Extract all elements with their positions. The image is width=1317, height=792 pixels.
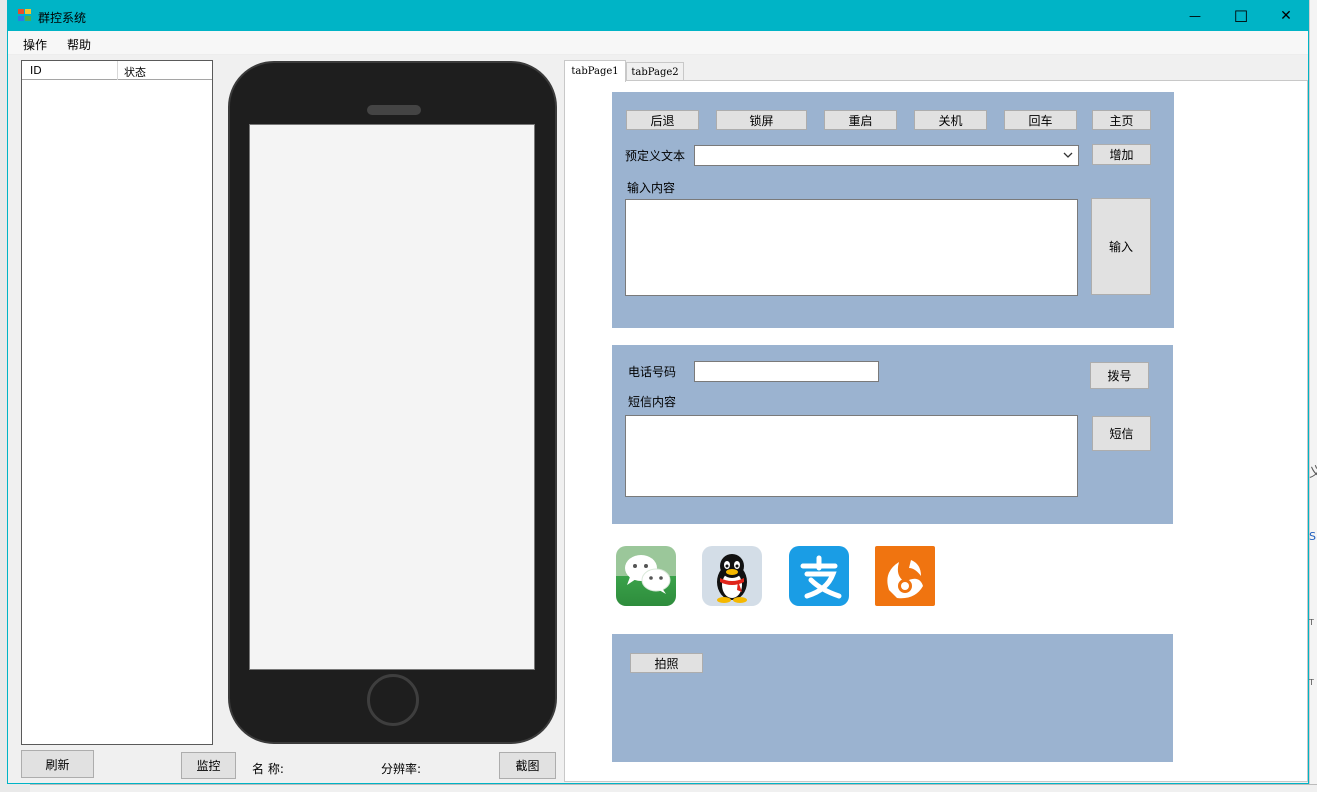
shutdown-button[interactable]: 关机: [914, 110, 987, 130]
title-bar[interactable]: 群控系统 — ☐ ✕: [8, 1, 1308, 31]
window-title: 群控系统: [38, 11, 87, 25]
close-icon: ✕: [1280, 8, 1292, 24]
qq-glyph: [717, 554, 747, 603]
enter-button[interactable]: 回车: [1004, 110, 1077, 130]
refresh-button[interactable]: 刷新: [21, 750, 94, 778]
resolution-label: 分辨率:: [381, 762, 422, 776]
column-header-id[interactable]: ID: [30, 64, 42, 77]
background-text: S: [1309, 530, 1316, 543]
back-button[interactable]: 后退: [626, 110, 699, 130]
sms-content-textarea[interactable]: [625, 415, 1078, 497]
qq-icon[interactable]: [702, 546, 762, 606]
phone-screen[interactable]: [249, 124, 535, 670]
background-window-edge: [30, 784, 1317, 792]
camera-group: 拍照: [612, 634, 1173, 762]
menu-help[interactable]: 帮助: [67, 36, 91, 53]
maximize-icon: ☐: [1233, 6, 1249, 26]
background-text: 义: [1309, 465, 1317, 481]
device-list-header: ID 状态: [22, 61, 212, 80]
predefined-text-select[interactable]: [694, 145, 1079, 166]
phone-speaker: [367, 105, 421, 115]
alipay-glyph: [800, 555, 842, 599]
menu-operate[interactable]: 操作: [23, 36, 47, 53]
minimize-button[interactable]: —: [1172, 1, 1218, 31]
chevron-down-icon: [1063, 152, 1073, 158]
dial-button[interactable]: 拨号: [1090, 362, 1149, 389]
control-group: 后退 锁屏 重启 关机 回车 主页 预定义文本 增加 输入内容 输入: [612, 92, 1174, 328]
device-list[interactable]: ID 状态: [21, 60, 213, 745]
device-name-label: 名 称:: [252, 762, 284, 776]
background-text: T: [1309, 618, 1314, 627]
wechat-glyph: [625, 555, 671, 594]
home-button[interactable]: 主页: [1092, 110, 1151, 130]
sms-content-label: 短信内容: [628, 395, 677, 409]
monitor-button[interactable]: 监控: [181, 752, 236, 779]
phone-number-input[interactable]: [694, 361, 879, 382]
main-window: 群控系统 — ☐ ✕ 操作 帮助 ID 状态 刷新 监控 名 称: 分辨率: 截…: [7, 0, 1309, 784]
menu-bar: 操作 帮助: [8, 31, 1308, 55]
phone-sms-group: 电话号码 拨号 短信内容 短信: [612, 345, 1173, 524]
uc-browser-glyph: [887, 560, 923, 599]
app-icon: [18, 9, 32, 22]
tab-control: tabPage1 tabPage2 后退 锁屏 重启 关机 回车 主页 预定义文…: [564, 60, 1308, 782]
predefined-text-label: 预定义文本: [625, 149, 686, 163]
maximize-button[interactable]: ☐: [1218, 1, 1264, 31]
tab-panel: 后退 锁屏 重启 关机 回车 主页 预定义文本 增加 输入内容 输入 电话号码: [564, 80, 1308, 782]
take-photo-button[interactable]: 拍照: [630, 653, 703, 673]
uc-browser-icon[interactable]: [875, 546, 935, 606]
column-divider[interactable]: [117, 61, 118, 80]
screenshot-button[interactable]: 截图: [499, 752, 556, 779]
tab-page-2[interactable]: tabPage2: [626, 62, 684, 81]
input-content-textarea[interactable]: [625, 199, 1078, 296]
phone-number-label: 电话号码: [628, 365, 677, 379]
phone-home-button[interactable]: [367, 674, 419, 726]
sms-button[interactable]: 短信: [1092, 416, 1151, 451]
close-button[interactable]: ✕: [1263, 1, 1309, 31]
tab-page-1[interactable]: tabPage1: [564, 60, 626, 82]
minimize-icon: —: [1189, 9, 1201, 23]
phone-preview: [228, 61, 557, 744]
input-content-label: 输入内容: [627, 181, 676, 195]
lock-screen-button[interactable]: 锁屏: [716, 110, 807, 130]
input-button[interactable]: 输入: [1091, 198, 1151, 295]
column-header-status[interactable]: 状态: [124, 64, 146, 80]
wechat-icon[interactable]: [616, 546, 676, 606]
add-text-button[interactable]: 增加: [1092, 144, 1151, 165]
reboot-button[interactable]: 重启: [824, 110, 897, 130]
alipay-icon[interactable]: [789, 546, 849, 606]
background-text: T: [1309, 678, 1314, 687]
background-window-edge: [1309, 0, 1317, 792]
